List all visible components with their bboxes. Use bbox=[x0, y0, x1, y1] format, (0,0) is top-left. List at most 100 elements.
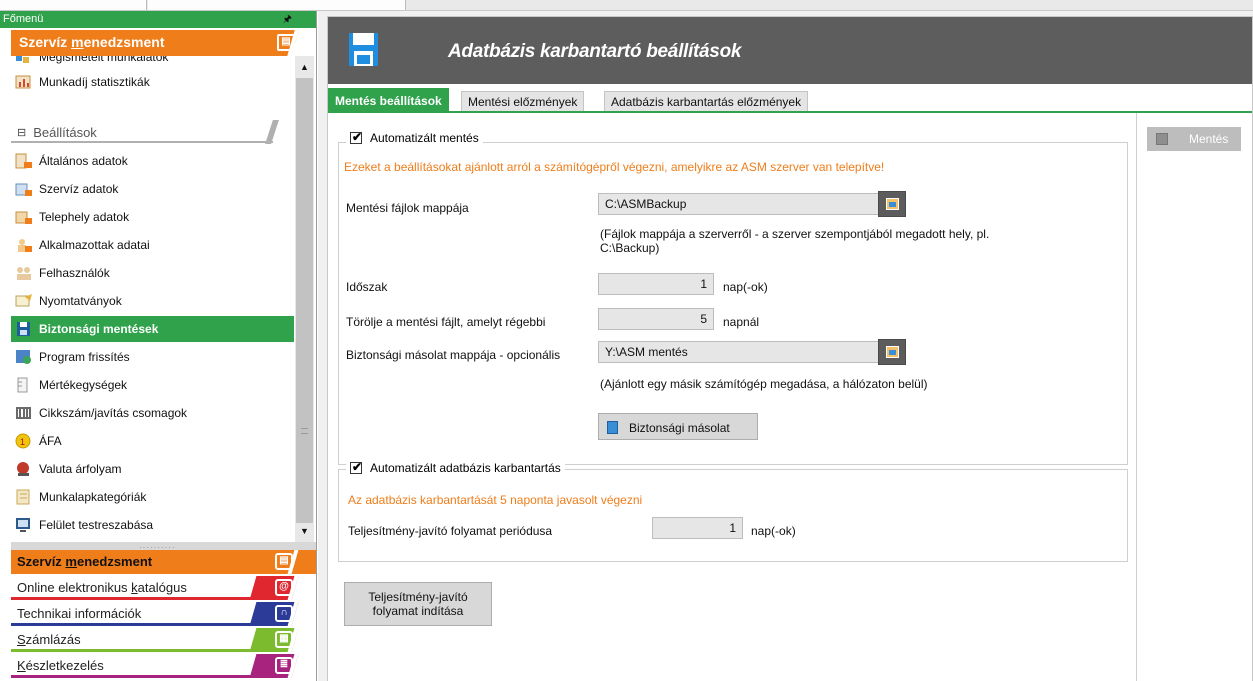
backup-now-button[interactable]: Biztonsági másolat bbox=[598, 413, 758, 440]
browse-copy-folder-button[interactable] bbox=[878, 339, 906, 365]
main-menu-panel: Főmenü 🖈 ▤ Szervíz menedzsment Megisméte… bbox=[0, 11, 317, 681]
customize-icon bbox=[15, 517, 33, 533]
menu-item-program-update[interactable]: Program frissítés bbox=[11, 344, 294, 370]
browse-backup-folder-button[interactable] bbox=[878, 191, 906, 217]
settings-menu-list: Megismételt munkalatok Munkadíj statiszt… bbox=[11, 56, 294, 541]
save-button[interactable]: Mentés bbox=[1147, 127, 1241, 151]
menu-item-employees[interactable]: Alkalmazottak adatai bbox=[11, 232, 294, 258]
delete-older-label: Törölje a mentési fájlt, amelyt régebbi bbox=[346, 315, 546, 329]
house-icon bbox=[15, 153, 33, 169]
pin-icon[interactable]: 🖈 bbox=[283, 12, 292, 29]
copy-folder-field[interactable]: Y:\ASM mentés bbox=[598, 341, 882, 363]
actions-column: Mentés bbox=[1136, 113, 1252, 681]
floppy-icon bbox=[1156, 133, 1168, 145]
collapse-icon[interactable]: ⊟ bbox=[17, 126, 26, 139]
nav-online-catalog[interactable]: @ Online elektronikus katalógus bbox=[11, 576, 316, 600]
menu-item-print-forms[interactable]: Nyomtatványok bbox=[11, 288, 294, 314]
optimize-period-unit: nap(-ok) bbox=[751, 524, 796, 538]
menu-item-service-data[interactable]: Szervíz adatok bbox=[11, 176, 294, 202]
period-unit: nap(-ok) bbox=[723, 280, 768, 294]
repeat-icon bbox=[15, 56, 33, 70]
vat-icon: 1 bbox=[15, 433, 33, 449]
period-field[interactable]: 1 bbox=[598, 273, 714, 295]
site-icon bbox=[15, 209, 33, 225]
tab-strip: Mentés beállítások Mentési előzmények Ad… bbox=[328, 88, 1252, 112]
backup-folder-hint: (Fájlok mappája a szerverről - a szerver… bbox=[600, 227, 990, 255]
menu-item-repeated-worksheets[interactable]: Megismételt munkalatok bbox=[11, 56, 294, 68]
menu-item-site-data[interactable]: Telephely adatok bbox=[11, 204, 294, 230]
module-banner-title: Szervíz menedzsment bbox=[19, 34, 165, 50]
menu-item-exchange-rate[interactable]: Valuta árfolyam bbox=[11, 456, 294, 482]
auto-maintenance-checkbox[interactable]: ✔ bbox=[350, 460, 362, 474]
document-tab[interactable] bbox=[0, 0, 147, 10]
employee-icon bbox=[15, 237, 33, 253]
checkmark-icon: ✔ bbox=[352, 130, 363, 144]
nav-inventory[interactable]: ≣ Készletkezelés bbox=[11, 654, 316, 678]
tab-maintenance-history[interactable]: Adatbázis karbantartás előzmények bbox=[604, 91, 809, 112]
main-menu-title: Főmenü bbox=[3, 13, 44, 25]
content-frame: Adatbázis karbantartó beállítások Mentés… bbox=[327, 16, 1253, 681]
floppy-icon bbox=[607, 421, 618, 434]
menu-item-general-data[interactable]: Általános adatok bbox=[11, 148, 294, 174]
page-header: Adatbázis karbantartó beállítások bbox=[328, 17, 1252, 84]
main-menu-header: Főmenü 🖈 bbox=[0, 11, 316, 29]
menu-item-worksheet-categories[interactable]: Munkalapkategóriák bbox=[11, 484, 294, 510]
auto-backup-legend[interactable]: ✔ Automatizált mentés bbox=[346, 130, 483, 145]
floppy-disk-icon bbox=[349, 33, 378, 66]
document-tab[interactable] bbox=[148, 0, 406, 10]
backup-folder-field[interactable]: C:\ASMBackup bbox=[598, 193, 882, 215]
delete-older-field[interactable]: 5 bbox=[598, 308, 714, 330]
auto-maintenance-legend[interactable]: ✔ Automatizált adatbázis karbantartás bbox=[346, 460, 565, 475]
optimize-period-field[interactable]: 1 bbox=[652, 517, 743, 539]
update-icon bbox=[15, 349, 33, 365]
ruler-icon bbox=[15, 377, 33, 393]
print-forms-icon bbox=[15, 293, 33, 309]
menu-item-vat[interactable]: 1 ÁFA bbox=[11, 428, 294, 454]
delete-older-unit: napnál bbox=[723, 315, 760, 329]
content-area: Adatbázis karbantartó beállítások Mentés… bbox=[318, 11, 1253, 681]
menu-item-backups[interactable]: Biztonsági mentések bbox=[11, 316, 294, 342]
backup-settings-panel: ✔ Automatizált mentés Ezeket a beállítás… bbox=[328, 113, 1252, 681]
maintenance-recommendation: Az adatbázis karbantartását 5 naponta ja… bbox=[348, 493, 643, 507]
scroll-thumb[interactable] bbox=[296, 78, 313, 523]
inventory-icon: ≣ bbox=[275, 657, 293, 674]
currency-icon bbox=[15, 461, 33, 477]
section-settings[interactable]: ⊟ Beállítások bbox=[11, 120, 294, 144]
technical-info-icon: ∩ bbox=[275, 605, 293, 622]
server-warning: Ezeket a beállításokat ajánlott arról a … bbox=[344, 160, 885, 174]
module-navigation: ▤ Szervíz menedzsment @ Online elektroni… bbox=[11, 550, 316, 681]
scroll-up-arrow-icon[interactable]: ▲ bbox=[295, 58, 314, 76]
panel-splitter[interactable]: ·········· bbox=[11, 542, 316, 552]
menu-item-units[interactable]: Mértékegységek bbox=[11, 372, 294, 398]
menu-scrollbar[interactable]: ▲ ▼ bbox=[295, 56, 314, 542]
menu-item-part-packages[interactable]: Cikkszám/javítás csomagok bbox=[11, 400, 294, 426]
auto-maintenance-group bbox=[338, 469, 1128, 562]
start-optimization-button[interactable]: Teljesítmény-javító folyamat indítása bbox=[344, 582, 492, 626]
service-module-icon: ▤ bbox=[277, 34, 295, 51]
tab-backup-history[interactable]: Mentési előzmények bbox=[461, 91, 585, 112]
scroll-down-arrow-icon[interactable]: ▼ bbox=[295, 522, 314, 540]
auto-backup-checkbox[interactable]: ✔ bbox=[350, 130, 363, 144]
folder-browse-icon bbox=[886, 198, 899, 210]
page-title: Adatbázis karbantartó beállítások bbox=[448, 41, 742, 62]
optimize-period-label: Teljesítmény-javító folyamat periódusa bbox=[348, 524, 553, 538]
nav-invoicing[interactable]: ▦ Számlázás bbox=[11, 628, 316, 652]
menu-item-ui-customize[interactable]: Felület testreszabása bbox=[11, 512, 294, 538]
period-label: Időszak bbox=[346, 280, 388, 294]
module-banner[interactable]: ▤ Szervíz menedzsment bbox=[11, 30, 316, 56]
service-module-icon: ▤ bbox=[275, 553, 293, 570]
window-top-strip bbox=[0, 0, 1253, 11]
copy-folder-hint: (Ajánlott egy másik számítógép megadása,… bbox=[600, 377, 928, 391]
nav-service-management[interactable]: ▤ Szervíz menedzsment bbox=[11, 550, 316, 574]
tab-backup-settings[interactable]: Mentés beállítások bbox=[328, 88, 449, 112]
floppy-icon bbox=[15, 321, 33, 337]
catalog-at-icon: @ bbox=[275, 579, 293, 596]
svg-text:1: 1 bbox=[20, 437, 25, 447]
nav-technical-info[interactable]: ∩ Technikai információk bbox=[11, 602, 316, 626]
users-icon bbox=[15, 265, 33, 281]
menu-item-users[interactable]: Felhasználók bbox=[11, 260, 294, 286]
category-icon bbox=[15, 489, 33, 505]
menu-item-labor-stats[interactable]: Munkadíj statisztikák bbox=[11, 69, 294, 95]
folder-browse-icon bbox=[886, 346, 899, 358]
service-icon bbox=[15, 181, 33, 197]
